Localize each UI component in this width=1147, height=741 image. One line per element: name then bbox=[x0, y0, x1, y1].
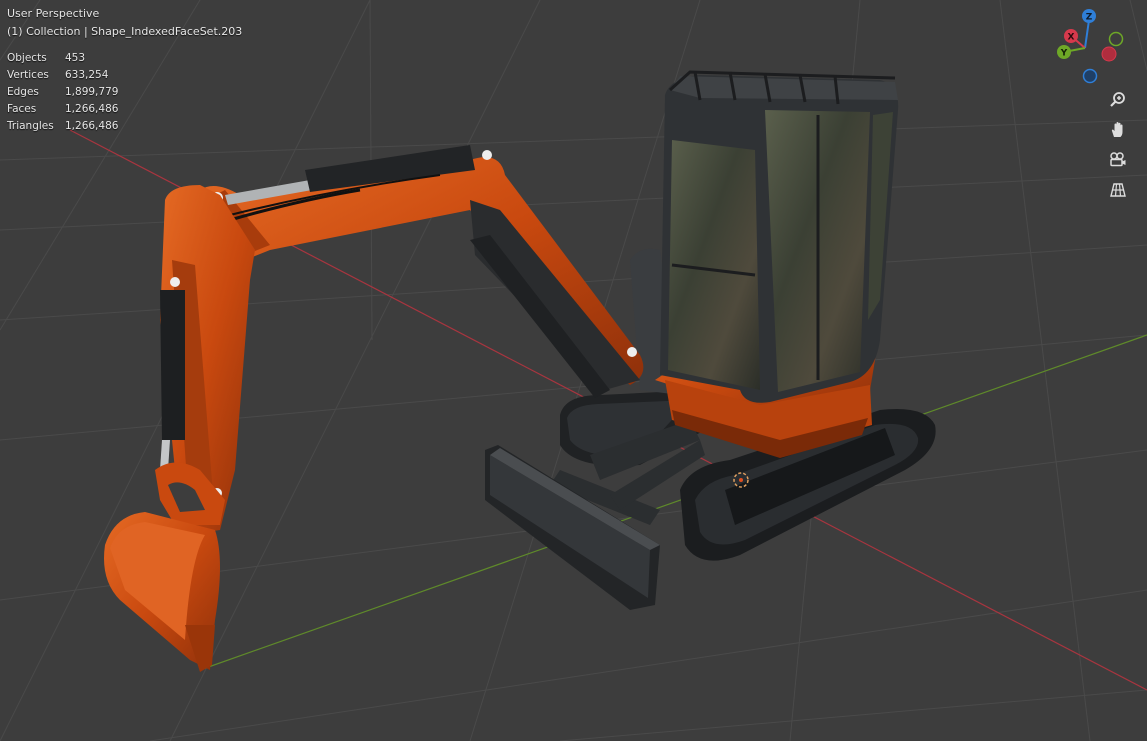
zoom-button[interactable] bbox=[1105, 87, 1131, 113]
neg-y-axis-handle[interactable] bbox=[1108, 31, 1124, 47]
pan-hand-icon bbox=[1111, 122, 1123, 137]
stat-label: Vertices bbox=[7, 69, 49, 81]
pan-button[interactable] bbox=[1105, 117, 1131, 143]
stat-row-faces: Faces 1,266,486 bbox=[7, 101, 118, 118]
svg-text:Y: Y bbox=[1060, 49, 1068, 59]
collection-info: (1) Collection | Shape_IndexedFaceSet.20… bbox=[7, 25, 243, 38]
excavator-boom bbox=[200, 145, 644, 398]
stat-value: 1,266,486 bbox=[65, 120, 119, 132]
stat-row-triangles: Triangles 1,266,486 bbox=[7, 118, 118, 135]
y-axis-handle[interactable]: Y bbox=[1057, 45, 1071, 59]
z-axis-handle[interactable]: Z bbox=[1082, 9, 1096, 23]
svg-text:Z: Z bbox=[1086, 13, 1093, 23]
stat-label: Objects bbox=[7, 52, 47, 64]
statistics-overlay: Objects 453 Vertices 633,254 Edges 1,899… bbox=[7, 50, 118, 135]
stat-label: Triangles bbox=[7, 120, 54, 132]
excavator-cab bbox=[660, 70, 899, 403]
3d-viewport[interactable]: User Perspective (1) Collection | Shape_… bbox=[0, 0, 1147, 741]
camera-view-icon bbox=[1110, 152, 1126, 167]
svg-text:X: X bbox=[1068, 33, 1075, 43]
excavator-bucket bbox=[104, 462, 225, 672]
navigation-gizmo[interactable]: Z X Y bbox=[1052, 6, 1126, 86]
stat-row-edges: Edges 1,899,779 bbox=[7, 84, 118, 101]
camera-view-button[interactable] bbox=[1105, 147, 1131, 173]
zoom-icon bbox=[1110, 92, 1125, 107]
stat-value: 1,266,486 bbox=[65, 103, 119, 115]
dozer-blade bbox=[485, 445, 660, 610]
stat-label: Faces bbox=[7, 103, 37, 115]
view-name: User Perspective bbox=[7, 7, 100, 20]
ortho-grid-icon bbox=[1110, 183, 1126, 197]
stat-label: Edges bbox=[7, 86, 39, 98]
ortho-toggle-button[interactable] bbox=[1105, 177, 1131, 203]
stat-value: 453 bbox=[65, 52, 86, 64]
stat-row-objects: Objects 453 bbox=[7, 50, 118, 67]
x-axis-handle[interactable]: X bbox=[1064, 29, 1078, 43]
scene-canvas[interactable] bbox=[0, 0, 1147, 741]
stat-value: 633,254 bbox=[65, 69, 109, 81]
stat-value: 1,899,779 bbox=[65, 86, 119, 98]
viewport-header-info: User Perspective (1) Collection | Shape_… bbox=[7, 5, 242, 41]
stat-row-vertices: Vertices 633,254 bbox=[7, 67, 118, 84]
neg-x-axis-handle[interactable] bbox=[1101, 46, 1117, 62]
neg-z-axis-handle[interactable] bbox=[1082, 68, 1098, 84]
